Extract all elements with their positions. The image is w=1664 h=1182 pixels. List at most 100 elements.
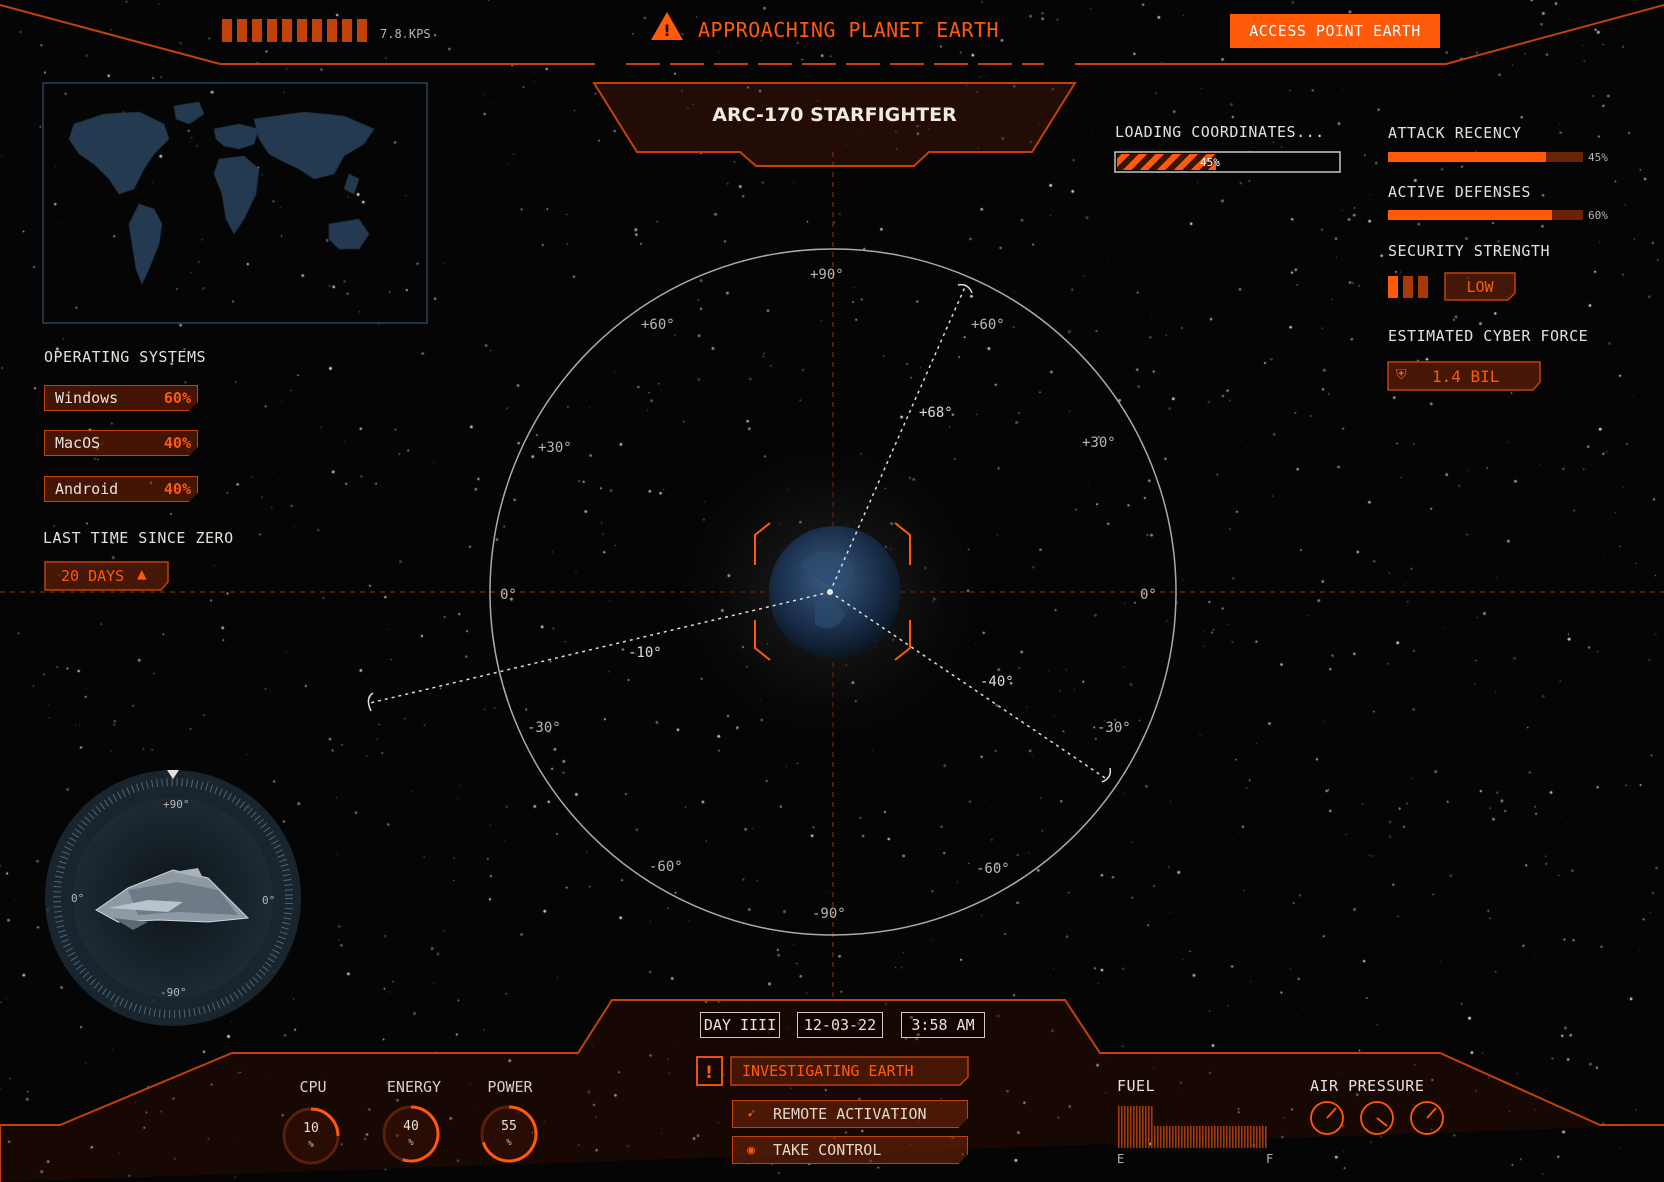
speed-bar [357, 19, 367, 42]
fuel-bar [1181, 1126, 1183, 1148]
air-pressure-label: AIR PRESSURE [1310, 1077, 1425, 1095]
security-bars [1388, 276, 1428, 298]
fuel-bar [1259, 1126, 1261, 1148]
fuel-bar [1121, 1106, 1123, 1148]
radar-label-ll60: -60° [649, 859, 683, 875]
fuel-bar [1184, 1126, 1186, 1148]
fuel-label: FUEL [1117, 1077, 1156, 1095]
fuel-bar [1196, 1126, 1198, 1148]
fuel-bar [1148, 1106, 1150, 1148]
fuel-full-label: F [1266, 1152, 1274, 1166]
os-pct: 40% [163, 434, 191, 452]
fuel-bar [1193, 1126, 1195, 1148]
os-pct: 60% [163, 389, 191, 407]
speed-bar [282, 19, 292, 42]
fuel-bar [1157, 1126, 1159, 1148]
fuel-bar [1151, 1106, 1153, 1148]
fuel-bar [1238, 1126, 1240, 1148]
radar-label-ur30: +30° [1082, 435, 1116, 451]
active-defenses-label: ACTIVE DEFENSES [1388, 183, 1531, 201]
speed-bar [312, 19, 322, 42]
fuel-bar [1241, 1126, 1243, 1148]
fuel-bar [1187, 1126, 1189, 1148]
fuel-bar [1205, 1126, 1207, 1148]
take-control-label: TAKE CONTROL [773, 1141, 882, 1159]
fuel-bar [1142, 1106, 1144, 1148]
day-indicator: DAY IIII [700, 1012, 780, 1038]
cpu-unit: % [308, 1140, 314, 1150]
os-title: OPERATING SYSTEMS [44, 348, 207, 366]
loading-value: 45% [1200, 156, 1220, 169]
fuel-bar [1232, 1126, 1234, 1148]
speed-bar [267, 19, 277, 42]
speed-bar [327, 19, 337, 42]
os-item-macos[interactable]: MacOS 40% [44, 430, 198, 456]
starfighter-model[interactable] [88, 860, 258, 940]
radar-label-left: 0° [500, 587, 517, 603]
world-map[interactable] [44, 84, 426, 322]
power-unit: % [506, 1138, 512, 1148]
fuel-bar [1118, 1106, 1120, 1148]
radar-label-ul30: +30° [538, 440, 572, 456]
take-control-button[interactable]: ◉ TAKE CONTROL [732, 1136, 968, 1164]
cpu-value: 10 [303, 1121, 319, 1136]
fuel-bar [1124, 1106, 1126, 1148]
attack-recency-bar [1388, 152, 1583, 162]
cyber-force-value: 1.4 BIL [1432, 367, 1500, 386]
os-pct: 40% [163, 480, 191, 498]
compass-label-left: 0° [71, 892, 85, 905]
os-name: Android [55, 480, 119, 498]
fuel-bar [1244, 1126, 1246, 1148]
svg-text:!: ! [663, 21, 670, 40]
compass-label-bottom: -90° [160, 986, 187, 999]
speed-bar [222, 19, 232, 42]
status-text: INVESTIGATING EARTH [742, 1062, 914, 1080]
speed-bar [252, 19, 262, 42]
power-label: POWER [487, 1078, 533, 1096]
energy-unit: % [408, 1138, 414, 1148]
radar-label-lr60: -60° [976, 861, 1010, 877]
fuel-bar [1190, 1126, 1192, 1148]
fuel-bar [1130, 1106, 1132, 1148]
fuel-bar [1127, 1106, 1129, 1148]
os-item-android[interactable]: Android 40% [44, 476, 198, 502]
shield-icon: ⛨ [1396, 367, 1407, 383]
speed-bar [237, 19, 247, 42]
fuel-bar [1175, 1126, 1177, 1148]
attack-recency-value: 45% [1588, 151, 1608, 164]
ship-name: ARC-170 STARFIGHTER [712, 104, 957, 126]
os-name: Windows [55, 389, 119, 407]
remote-activation-button[interactable]: ➹ REMOTE ACTIVATION [732, 1100, 968, 1128]
alert-title: APPROACHING PLANET EARTH [698, 18, 999, 42]
os-item-windows[interactable]: Windows 60% [44, 385, 198, 411]
target-icon: ◉ [747, 1142, 755, 1158]
fuel-bar [1136, 1106, 1138, 1148]
fuel-bar [1223, 1126, 1225, 1148]
fuel-bar [1262, 1126, 1264, 1148]
zero-value: 20 DAYS [61, 567, 125, 585]
speed-bar [297, 19, 307, 42]
fuel-bar [1214, 1126, 1216, 1148]
speed-bars [222, 19, 367, 42]
fuel-bar [1265, 1126, 1267, 1148]
fuel-bar [1202, 1126, 1204, 1148]
fuel-bar [1229, 1126, 1231, 1148]
vector-label-minus10: -10° [628, 645, 662, 661]
fuel-bar [1133, 1106, 1135, 1148]
active-defenses-value: 60% [1588, 209, 1608, 222]
active-defenses-bar [1388, 210, 1583, 220]
access-point-button[interactable]: ACCESS POINT EARTH [1230, 14, 1440, 48]
compass-label-right: 0° [262, 894, 276, 907]
attack-recency-label: ATTACK RECENCY [1388, 124, 1522, 142]
fuel-bar [1199, 1126, 1201, 1148]
fuel-bar [1250, 1126, 1252, 1148]
power-value: 55 [501, 1119, 517, 1134]
fuel-bar [1178, 1126, 1180, 1148]
fuel-empty-label: E [1117, 1152, 1125, 1166]
energy-label: ENERGY [386, 1078, 442, 1096]
cpu-label: CPU [299, 1078, 327, 1096]
fuel-bar [1226, 1126, 1228, 1148]
fuel-bar [1235, 1126, 1237, 1148]
fuel-bar [1220, 1126, 1222, 1148]
fuel-bar [1166, 1126, 1168, 1148]
